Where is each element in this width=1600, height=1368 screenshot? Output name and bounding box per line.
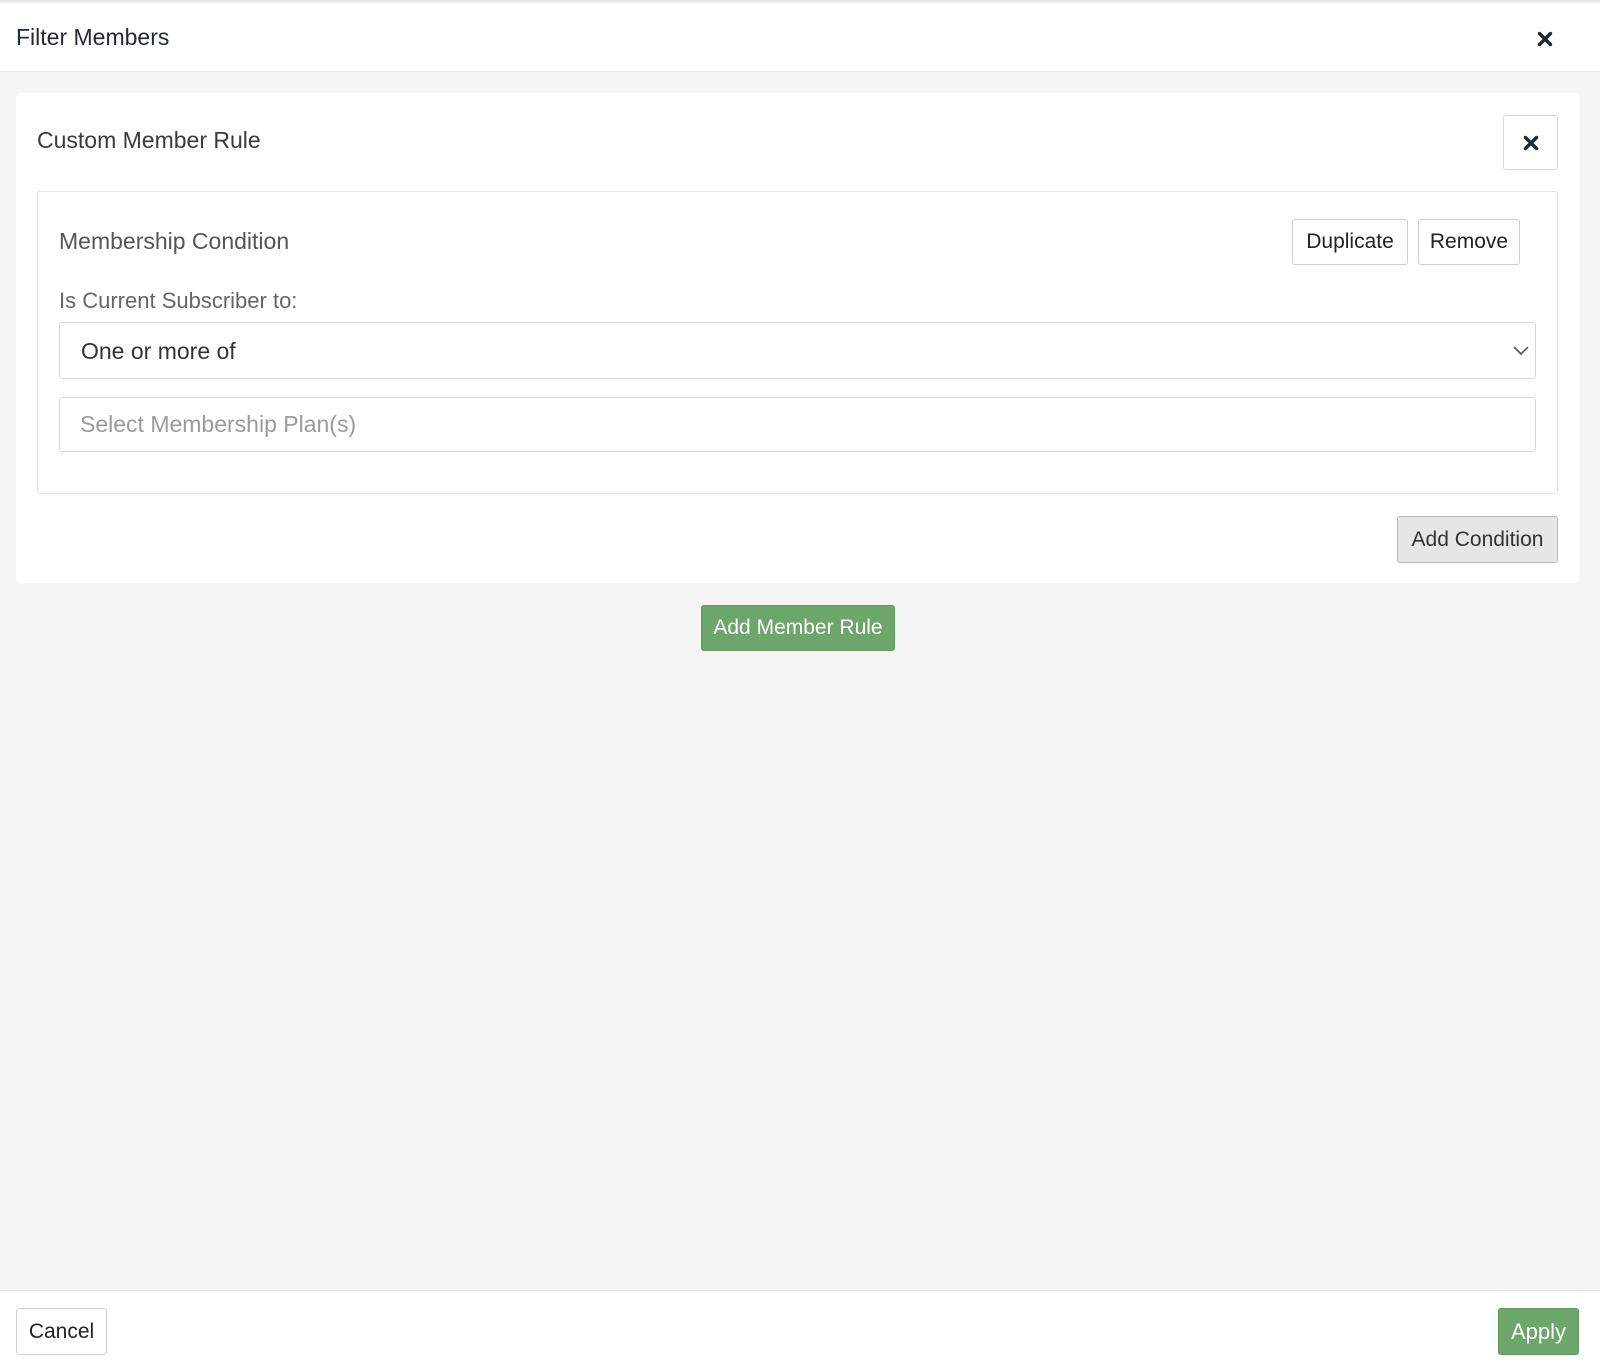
apply-button[interactable]: Apply xyxy=(1498,1308,1579,1355)
membership-plans-input[interactable] xyxy=(59,397,1536,452)
modal-header: Filter Members xyxy=(0,4,1600,72)
close-icon xyxy=(1523,135,1539,151)
add-condition-button[interactable]: Add Condition xyxy=(1397,516,1558,563)
add-member-rule-button[interactable]: Add Member Rule xyxy=(701,605,895,651)
membership-condition-box: Membership Condition Duplicate Remove Is… xyxy=(37,191,1558,494)
modal-title: Filter Members xyxy=(16,24,170,50)
close-icon xyxy=(1537,31,1553,47)
match-type-selected-value: One or more of xyxy=(81,338,236,364)
subscriber-field-label: Is Current Subscriber to: xyxy=(59,288,298,313)
rule-title: Custom Member Rule xyxy=(37,127,261,153)
cancel-button[interactable]: Cancel xyxy=(16,1308,107,1355)
condition-title: Membership Condition xyxy=(59,228,290,254)
match-type-select[interactable]: One or more of xyxy=(59,322,1536,379)
modal-close-button[interactable] xyxy=(1530,24,1560,54)
filter-members-modal: Filter Members Custom Member Rule Member… xyxy=(0,0,1600,1368)
modal-footer: Cancel Apply xyxy=(0,1290,1600,1368)
duplicate-button[interactable]: Duplicate xyxy=(1292,219,1408,265)
chevron-down-icon xyxy=(1511,341,1531,361)
remove-rule-button[interactable] xyxy=(1503,115,1558,170)
custom-member-rule-card: Custom Member Rule Membership Condition … xyxy=(16,93,1579,583)
remove-button[interactable]: Remove xyxy=(1418,219,1520,265)
